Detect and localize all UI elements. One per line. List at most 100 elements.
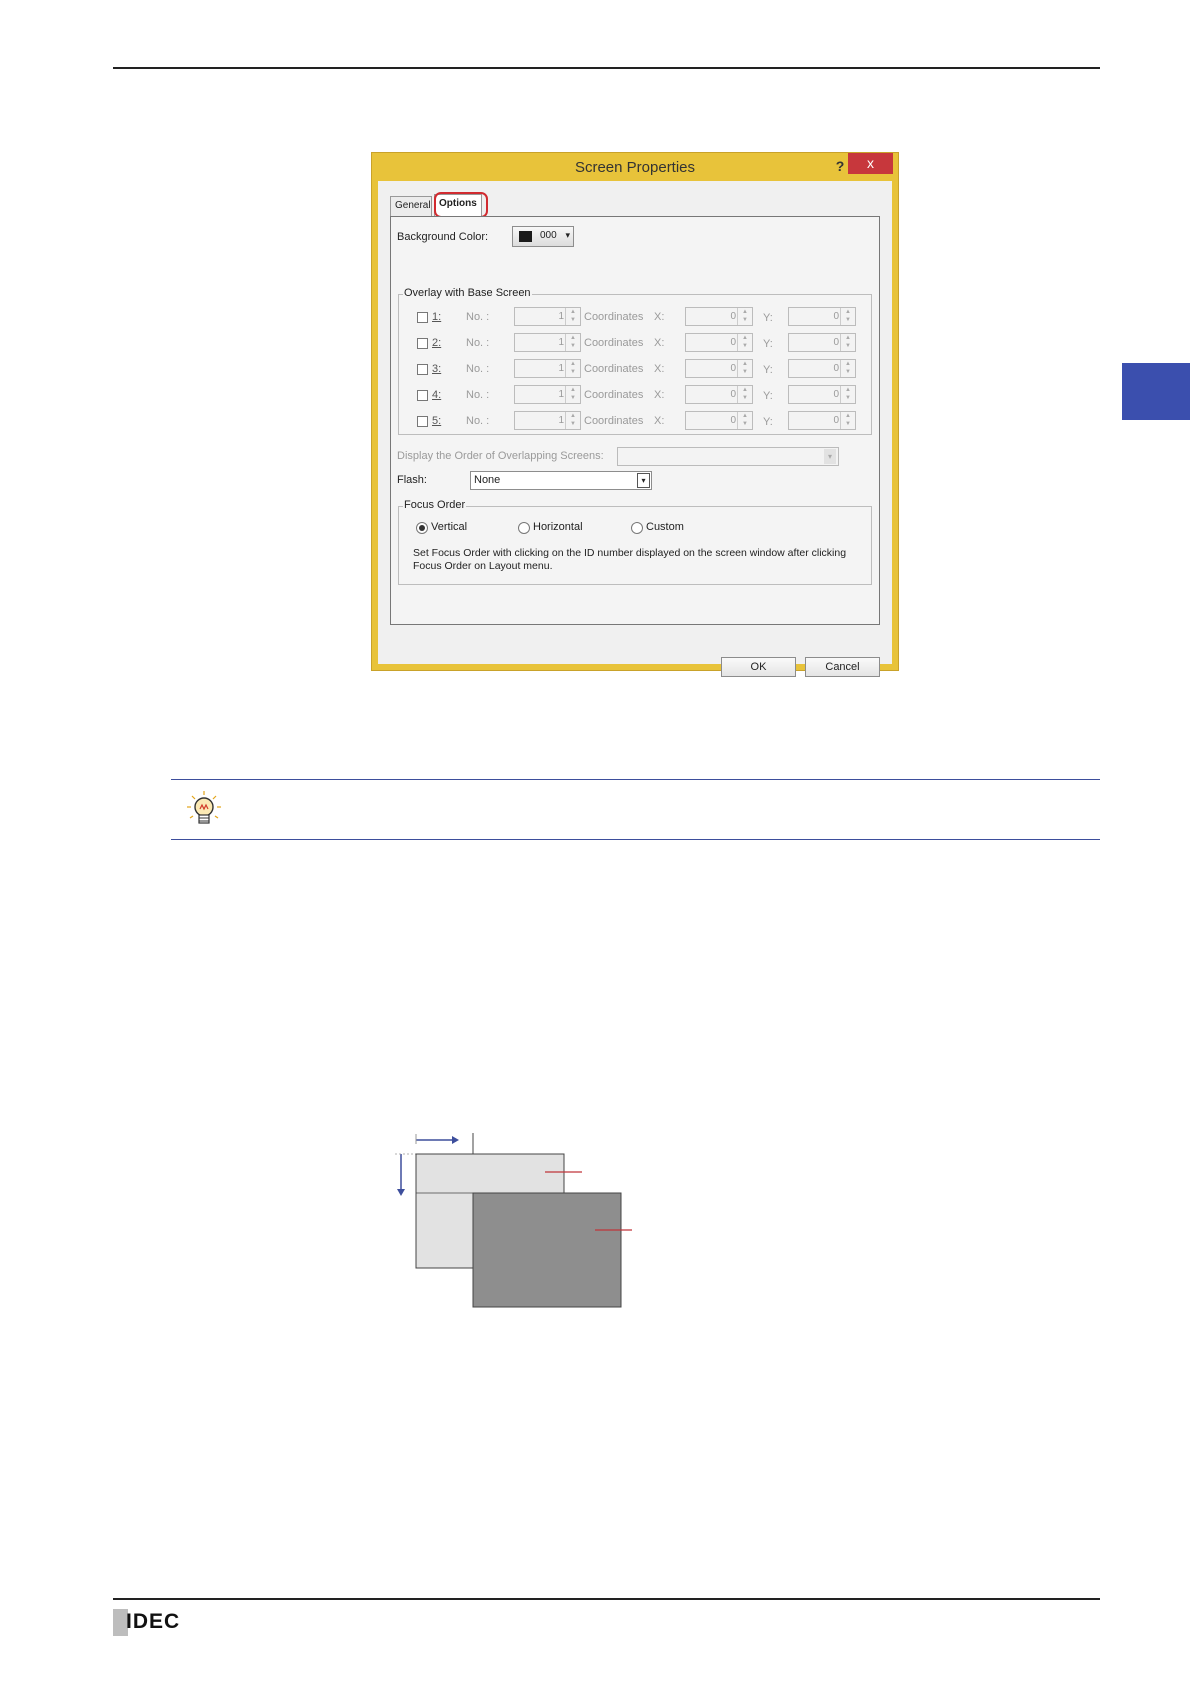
- x-coordinate-spinner[interactable]: 0 ▲ ▼: [685, 385, 753, 404]
- help-button[interactable]: ?: [830, 155, 850, 177]
- background-color-label: Background Color:: [397, 231, 489, 243]
- options-panel: Background Color: 000 ▾ Overlay with Bas…: [390, 216, 880, 625]
- spinner-arrows-icon[interactable]: ▲ ▼: [840, 412, 855, 429]
- y-value: 0: [833, 363, 839, 374]
- x-label: X:: [654, 337, 665, 349]
- spinner-arrows-icon[interactable]: ▲ ▼: [840, 308, 855, 325]
- dialog-title: Screen Properties: [574, 159, 696, 176]
- background-color-dropdown[interactable]: 000 ▾: [512, 226, 574, 247]
- coordinates-label: Coordinates: [584, 311, 644, 323]
- vertical-radio[interactable]: [416, 522, 428, 534]
- overlay-row-no-label: No. :: [466, 311, 490, 323]
- options-tab-highlight: [434, 192, 488, 218]
- x-coordinate-spinner[interactable]: 0 ▲ ▼: [685, 307, 753, 326]
- screen-no-value: 1: [558, 389, 564, 400]
- focus-order-note-line1: Set Focus Order with clicking on the ID …: [413, 547, 847, 559]
- screen-no-value: 1: [558, 415, 564, 426]
- spinner-arrows-icon[interactable]: ▲ ▼: [737, 334, 752, 351]
- tab-general[interactable]: General: [390, 196, 432, 216]
- y-coordinate-spinner[interactable]: 0 ▲ ▼: [788, 307, 856, 326]
- spinner-arrows-icon[interactable]: ▲ ▼: [737, 308, 752, 325]
- overlay-row-no-label: No. :: [466, 389, 490, 401]
- spinner-arrows-icon[interactable]: ▲ ▼: [737, 386, 752, 403]
- dialog-titlebar[interactable]: Screen Properties ? x: [372, 153, 898, 181]
- screen-no-spinner[interactable]: 1 ▲ ▼: [514, 359, 581, 378]
- flash-dropdown[interactable]: None ▾: [470, 471, 652, 490]
- close-button[interactable]: x: [848, 153, 893, 174]
- chevron-down-icon: ▾: [637, 473, 650, 488]
- overlay-row-checkbox[interactable]: [417, 338, 428, 349]
- overlay-group-title: Overlay with Base Screen: [403, 287, 532, 299]
- spinner-arrows-icon[interactable]: ▲ ▼: [840, 386, 855, 403]
- focus-order-note-line2: Focus Order on Layout menu.: [413, 560, 553, 572]
- x-value: 0: [730, 337, 736, 348]
- x-label: X:: [654, 389, 665, 401]
- x-value: 0: [730, 363, 736, 374]
- spinner-arrows-icon[interactable]: ▲ ▼: [565, 308, 580, 325]
- x-label: X:: [654, 415, 665, 427]
- display-order-dropdown[interactable]: ▾: [617, 447, 839, 466]
- focus-order-group: Focus Order: [398, 499, 872, 585]
- horizontal-radio[interactable]: [518, 522, 530, 534]
- y-label: Y:: [763, 416, 773, 428]
- overlay-row-label: 3:: [432, 363, 442, 375]
- spinner-arrows-icon[interactable]: ▲ ▼: [565, 360, 580, 377]
- x-coordinate-spinner[interactable]: 0 ▲ ▼: [685, 333, 753, 352]
- x-value: 0: [730, 415, 736, 426]
- y-coordinate-spinner[interactable]: 0 ▲ ▼: [788, 385, 856, 404]
- vertical-label: Vertical: [431, 521, 468, 533]
- y-label: Y:: [763, 390, 773, 402]
- spinner-arrows-icon[interactable]: ▲ ▼: [840, 334, 855, 351]
- focus-order-title: Focus Order: [403, 499, 467, 511]
- cancel-button[interactable]: Cancel: [805, 657, 880, 677]
- spinner-arrows-icon[interactable]: ▲ ▼: [737, 360, 752, 377]
- hint-rule-top: [171, 779, 1100, 780]
- x-value: 0: [730, 389, 736, 400]
- color-swatch: [519, 231, 532, 242]
- spinner-arrows-icon[interactable]: ▲ ▼: [737, 412, 752, 429]
- overlay-row-checkbox[interactable]: [417, 390, 428, 401]
- coordinates-label: Coordinates: [584, 363, 644, 375]
- x-label: X:: [654, 363, 665, 375]
- screen-no-spinner[interactable]: 1 ▲ ▼: [514, 333, 581, 352]
- screen-no-spinner[interactable]: 1 ▲ ▼: [514, 385, 581, 404]
- spinner-arrows-icon[interactable]: ▲ ▼: [840, 360, 855, 377]
- x-value: 0: [730, 311, 736, 322]
- overlay-row-checkbox[interactable]: [417, 312, 428, 323]
- overlay-position-diagram: [395, 1133, 632, 1308]
- y-coordinate-spinner[interactable]: 0 ▲ ▼: [788, 333, 856, 352]
- x-coordinate-spinner[interactable]: 0 ▲ ▼: [685, 411, 753, 430]
- overlay-row-no-label: No. :: [466, 337, 490, 349]
- y-label: Y:: [763, 338, 773, 350]
- screen-no-spinner[interactable]: 1 ▲ ▼: [514, 411, 581, 430]
- overlay-row-no-label: No. :: [466, 415, 490, 427]
- screen-no-value: 1: [558, 311, 564, 322]
- y-coordinate-spinner[interactable]: 0 ▲ ▼: [788, 359, 856, 378]
- y-value: 0: [833, 311, 839, 322]
- overlay-row-no-label: No. :: [466, 363, 490, 375]
- dialog-client-area: General Options Background Color: 000 ▾ …: [378, 181, 892, 677]
- coordinates-label: Coordinates: [584, 389, 644, 401]
- color-code: 000: [540, 230, 557, 241]
- x-coordinate-spinner[interactable]: 0 ▲ ▼: [685, 359, 753, 378]
- y-coordinate-spinner[interactable]: 0 ▲ ▼: [788, 411, 856, 430]
- coordinates-label: Coordinates: [584, 415, 644, 427]
- screen-no-spinner[interactable]: 1 ▲ ▼: [514, 307, 581, 326]
- custom-radio[interactable]: [631, 522, 643, 534]
- spinner-arrows-icon[interactable]: ▲ ▼: [565, 386, 580, 403]
- hint-rule-bottom: [171, 839, 1100, 840]
- overlay-row-checkbox[interactable]: [417, 416, 428, 427]
- coordinates-label: Coordinates: [584, 337, 644, 349]
- display-order-label: Display the Order of Overlapping Screens…: [397, 450, 604, 462]
- logo-text: IDEC: [126, 1610, 181, 1633]
- y-value: 0: [833, 415, 839, 426]
- ok-button[interactable]: OK: [721, 657, 796, 677]
- spinner-arrows-icon[interactable]: ▲ ▼: [565, 412, 580, 429]
- overlay-row-label: 4:: [432, 389, 442, 401]
- spinner-arrows-icon[interactable]: ▲ ▼: [565, 334, 580, 351]
- overlay-row-checkbox[interactable]: [417, 364, 428, 375]
- x-label: X:: [654, 311, 665, 323]
- screen-no-value: 1: [558, 337, 564, 348]
- chevron-down-icon: ▾: [565, 230, 570, 240]
- y-label: Y:: [763, 364, 773, 376]
